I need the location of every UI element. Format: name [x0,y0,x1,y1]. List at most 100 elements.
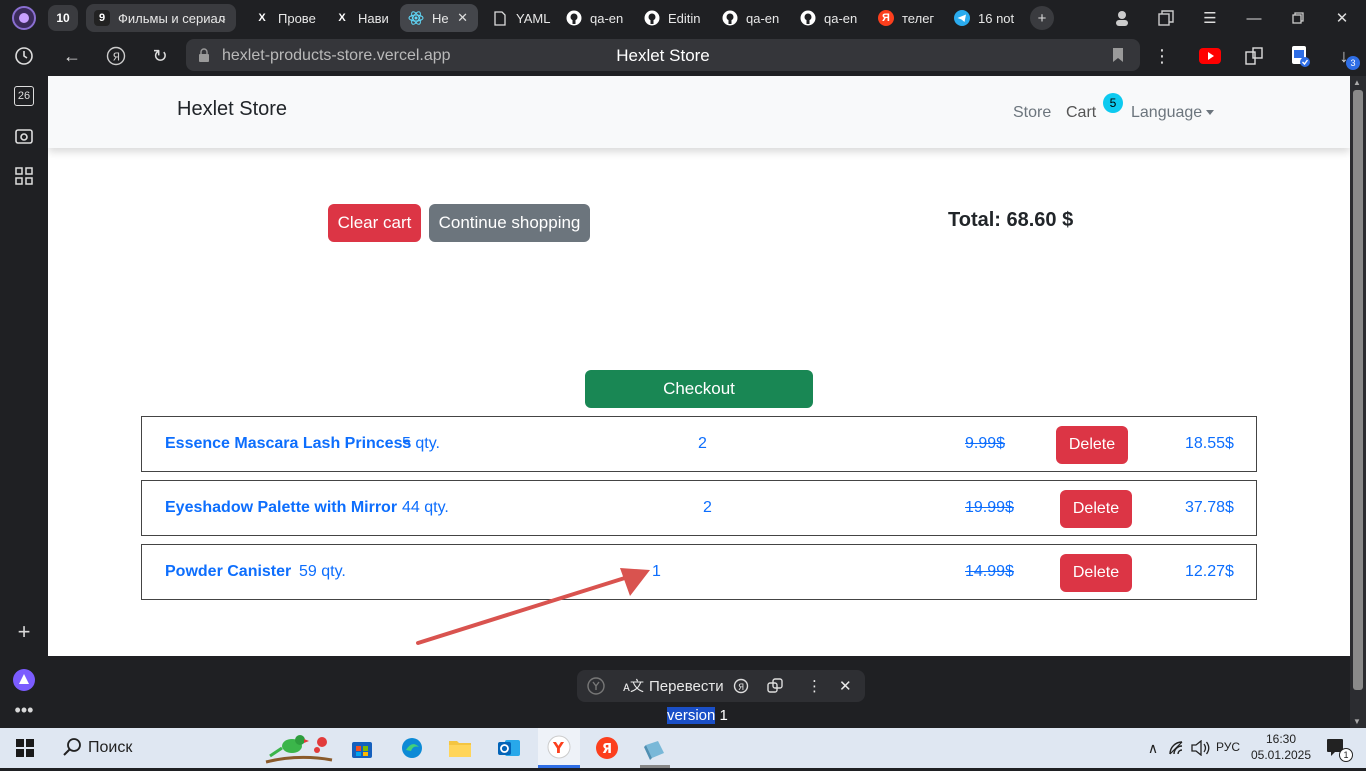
restore-icon[interactable] [1288,8,1308,28]
tab-yandex[interactable]: Я телег [870,4,940,32]
store-brand[interactable]: Hexlet Store [177,98,287,121]
tab-count[interactable]: 10 [48,5,78,31]
notes-app-icon[interactable] [640,734,670,768]
alice-assistant-icon[interactable] [10,666,38,694]
tab-github-2[interactable]: Editin [636,4,708,32]
new-tab-icon[interactable]: + [1030,6,1054,30]
extensions-icon[interactable] [1242,44,1266,68]
tab-label: телег [902,10,935,26]
tab-yaml[interactable]: YAML [484,4,554,32]
caret-down-icon [1206,110,1215,116]
yandex-browser-icon[interactable] [587,676,605,696]
films-icon: 9 [94,10,110,26]
reload-icon[interactable]: ↻ [148,44,172,68]
tab-telegram[interactable]: 16 not [946,4,1018,32]
nav-cart-link[interactable]: Cart [1066,104,1096,122]
copy-icon[interactable] [767,676,783,696]
volume-icon[interactable] [1186,734,1216,762]
windows-taskbar: Поиск Y Я ∧ РУС 16:30 05.01.2025 1 [0,728,1366,768]
item-price: 18.55$ [1185,435,1234,452]
delete-button[interactable]: Delete [1060,554,1132,592]
scroll-up-icon[interactable]: ▲ [1353,78,1361,87]
product-name-link[interactable]: Powder Canister [165,563,291,581]
notifications-icon[interactable]: 1 [1322,734,1353,762]
more-icon[interactable]: ••• [10,696,38,724]
taskbar-search[interactable]: Поиск [48,728,338,768]
tab-github-1[interactable]: qa-en [558,4,630,32]
ms-store-icon[interactable] [347,734,377,762]
tab-check[interactable]: X Прове [246,4,316,32]
scroll-down-icon[interactable]: ▼ [1353,717,1361,726]
close-tab-icon[interactable]: ✕ [457,10,468,26]
collections-icon[interactable] [1156,8,1176,28]
product-stock: 44 qty. [402,499,449,516]
yandex-browser-taskbar-icon[interactable]: Y [538,728,580,768]
downloads-icon[interactable]: ↓ 3 [1332,44,1360,70]
youtube-icon[interactable] [1198,44,1222,68]
delete-button[interactable]: Delete [1056,426,1128,464]
product-count: 1 [652,563,661,580]
browser-profile-icon[interactable] [10,4,38,32]
old-price: 14.99$ [965,563,1014,580]
github-icon [800,10,816,26]
language-dropdown[interactable]: Language [1131,104,1215,122]
more-vertical-icon[interactable]: ⋮ [1150,44,1174,68]
tab-label: Нави [358,10,389,26]
checkout-button[interactable]: Checkout [585,370,813,408]
calendar-icon[interactable]: 26 [10,82,38,110]
product-name-link[interactable]: Eyeshadow Palette with Mirror [165,499,397,517]
tab-label: He [432,10,449,26]
language-label: Language [1131,104,1203,121]
clear-cart-button[interactable]: Clear cart [328,204,421,242]
tab-navigation[interactable]: X Нави [326,4,394,32]
more-options-icon[interactable]: ⋮ [807,676,822,696]
nav-store-link[interactable]: Store [1013,104,1051,122]
edge-icon[interactable] [397,734,427,762]
page-title: Hexlet Store [616,46,710,65]
screenshot-icon[interactable] [10,122,38,150]
apps-grid-icon[interactable] [10,162,38,190]
clock[interactable]: 16:30 05.01.2025 [1246,731,1316,763]
back-icon[interactable]: ← [60,44,84,68]
translate-button[interactable]: ᴀ文 Перевести [623,676,724,696]
tab-hexlet-store[interactable]: He ✕ [400,4,478,32]
yandex-icon: Я [878,10,894,26]
bookmark-icon[interactable] [1112,47,1124,68]
outlook-icon[interactable] [494,734,524,762]
page-scrollbar[interactable]: ▲ ▼ [1350,76,1366,728]
tab-label: qa-en [590,10,624,26]
windows-start-icon[interactable] [10,734,40,762]
product-name-link[interactable]: Essence Mascara Lash Princess [165,435,411,453]
product-count: 2 [703,499,712,516]
delete-button[interactable]: Delete [1060,490,1132,528]
add-panel-icon[interactable]: + [10,618,38,646]
input-language[interactable]: РУС [1216,740,1240,754]
github-icon [644,10,660,26]
chevron-down-icon[interactable]: ⌄ [217,10,228,26]
minimize-icon[interactable]: — [1244,8,1264,28]
continue-shopping-button[interactable]: Continue shopping [429,204,590,242]
yandex-logo-icon[interactable]: Я [104,44,128,68]
tab-github-4[interactable]: qa-en [792,4,864,32]
menu-icon[interactable]: ☰ [1200,8,1220,28]
password-manager-icon[interactable] [1288,44,1312,68]
close-toolbar-icon[interactable]: ✕ [839,676,852,696]
svg-text:Y: Y [552,739,565,757]
tab-label: Editin [668,10,701,26]
search-icon [62,737,82,762]
close-window-icon[interactable]: ✕ [1332,8,1352,28]
tab-strip: 10 9 Фильмы и сериал ⌄ X Прове X Нави He… [48,0,1366,36]
history-icon[interactable] [10,42,38,70]
scroll-thumb[interactable] [1353,90,1363,690]
clock-date: 05.01.2025 [1250,748,1312,762]
item-price: 37.78$ [1185,499,1234,516]
tab-films[interactable]: 9 Фильмы и сериал ⌄ [86,4,236,32]
address-bar[interactable]: hexlet-products-store.vercel.app Hexlet … [186,39,1140,71]
yandex-search-icon[interactable]: Я [733,676,749,696]
tab-label: 16 not [978,10,1015,26]
profile-icon[interactable] [1112,8,1132,28]
x-site-icon: X [338,12,346,24]
tab-github-3[interactable]: qa-en [714,4,786,32]
yandex-taskbar-icon[interactable]: Я [592,734,622,762]
file-explorer-icon[interactable] [445,734,475,762]
